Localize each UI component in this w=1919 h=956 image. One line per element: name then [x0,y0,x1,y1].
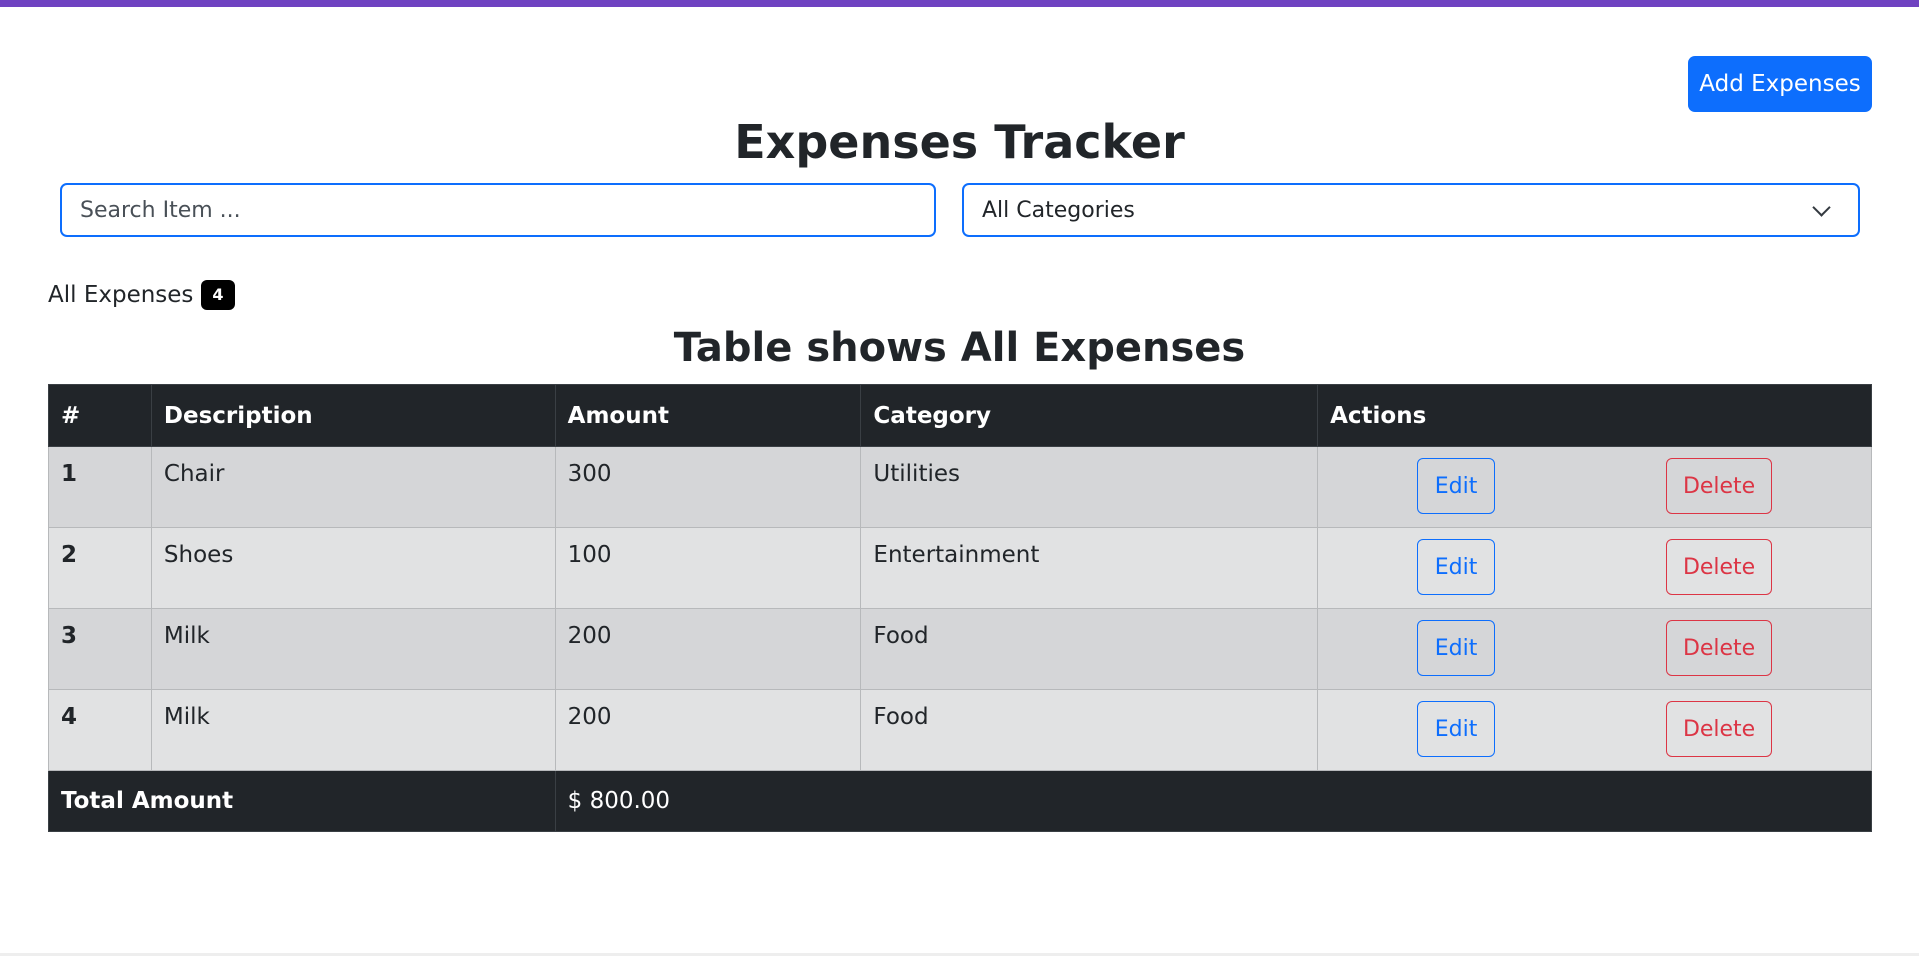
column-header-actions: Actions [1317,384,1872,447]
row-category: Entertainment [860,527,1319,609]
row-category: Food [860,689,1319,771]
row-index: 1 [48,446,152,528]
row-actions: Edit Delete [1317,446,1872,528]
add-expenses-button[interactable]: Add Expenses [1688,56,1872,112]
row-description: Milk [150,608,556,690]
row-index: 4 [48,689,152,771]
row-index: 3 [48,608,152,690]
expenses-table: # Description Amount Category Actions 1 … [48,384,1873,832]
row-description: Chair [150,446,556,528]
column-header-index: # [48,384,152,447]
row-category: Food [860,608,1319,690]
row-category: Utilities [860,446,1319,528]
row-amount: 200 [554,608,862,690]
table-row: 3 Milk 200 Food Edit Delete [48,608,1872,690]
delete-button[interactable]: Delete [1666,620,1773,676]
edit-button[interactable]: Edit [1417,539,1496,595]
row-actions: Edit Delete [1317,608,1872,690]
table-row: 1 Chair 300 Utilities Edit Delete [48,446,1872,528]
row-description: Milk [150,689,556,771]
category-select-value: All Categories [982,197,1135,223]
row-amount: 300 [554,446,862,528]
row-description: Shoes [150,527,556,609]
row-index: 2 [48,527,152,609]
chevron-down-icon [1812,197,1831,217]
row-amount: 100 [554,527,862,609]
row-amount: 200 [554,689,862,771]
search-input[interactable] [60,183,936,237]
column-header-amount: Amount [554,384,862,447]
row-actions: Edit Delete [1317,527,1872,609]
table-row: 4 Milk 200 Food Edit Delete [48,689,1872,771]
table-caption: Table shows All Expenses [673,325,1246,371]
total-amount-value: $ 800.00 [554,770,1873,832]
edit-button[interactable]: Edit [1417,620,1496,676]
column-header-description: Description [150,384,556,447]
expenses-count: All Expenses 4 [48,280,235,310]
expenses-count-label: All Expenses [48,282,194,308]
edit-button[interactable]: Edit [1417,701,1496,757]
delete-button[interactable]: Delete [1666,539,1773,595]
total-amount-label: Total Amount [48,770,556,832]
row-actions: Edit Delete [1317,689,1872,771]
table-footer-row: Total Amount $ 800.00 [48,770,1873,832]
edit-button[interactable]: Edit [1417,458,1496,514]
page-title: Expenses Tracker [734,115,1185,169]
table-row: 2 Shoes 100 Entertainment Edit Delete [48,527,1872,609]
category-select[interactable]: All Categories [962,183,1860,237]
delete-button[interactable]: Delete [1666,701,1773,757]
delete-button[interactable]: Delete [1666,458,1773,514]
column-header-category: Category [860,384,1319,447]
top-accent-bar [0,0,1919,7]
count-badge: 4 [201,280,235,310]
table-header-row: # Description Amount Category Actions [48,384,1872,447]
